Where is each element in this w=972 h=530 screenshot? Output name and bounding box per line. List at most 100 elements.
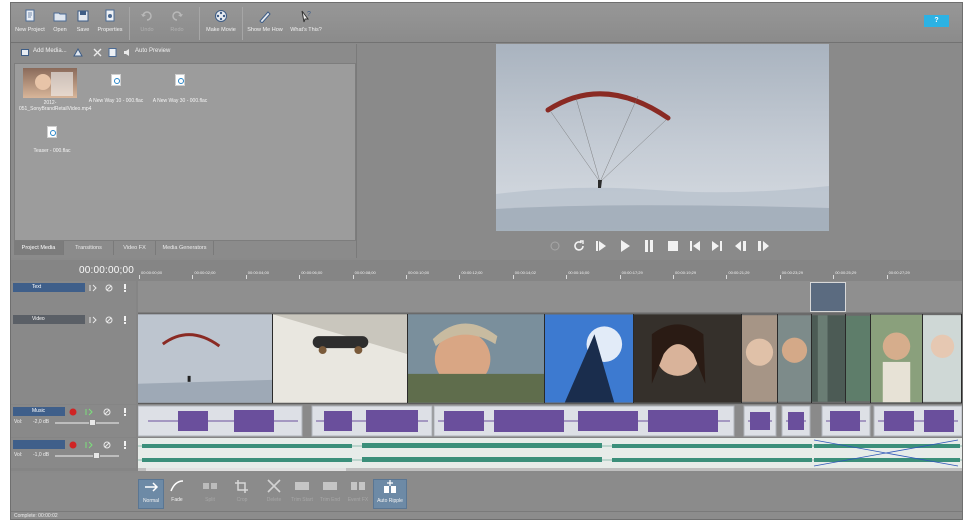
track-header-music[interactable]: Music Vol: -2,0 dB bbox=[11, 405, 136, 437]
edit-tools-bar: Normal Fade Split Crop Delete Trim Start… bbox=[11, 473, 962, 511]
mute-icon[interactable] bbox=[103, 408, 111, 416]
undo-button[interactable]: Undo bbox=[135, 9, 159, 41]
video-clip[interactable] bbox=[871, 314, 923, 403]
track-fx-icon[interactable] bbox=[89, 316, 97, 324]
record-icon[interactable] bbox=[548, 239, 562, 253]
solo-icon[interactable] bbox=[121, 284, 129, 292]
loop-icon[interactable] bbox=[572, 239, 586, 253]
auto-preview-toggle[interactable]: Auto Preview bbox=[135, 48, 170, 54]
ruler-tick-label: 00:00:23;29 bbox=[781, 270, 803, 275]
video-track-lane[interactable] bbox=[138, 313, 962, 404]
trim-end-button[interactable]: Trim End bbox=[317, 479, 343, 509]
media-scan-icon[interactable] bbox=[73, 48, 83, 57]
make-movie-button[interactable]: Make Movie bbox=[203, 9, 239, 41]
redo-button[interactable]: Redo bbox=[165, 9, 189, 41]
media-item-audio[interactable]: A New Way 10 - 000.flac bbox=[85, 74, 147, 104]
volume-slider[interactable] bbox=[55, 422, 119, 424]
media-properties-icon[interactable] bbox=[108, 48, 117, 57]
show-me-how-button[interactable]: Show Me How bbox=[245, 9, 285, 41]
video-clip[interactable] bbox=[778, 314, 812, 403]
tab-transitions[interactable]: Transitions bbox=[64, 241, 114, 255]
video-clip[interactable] bbox=[273, 314, 408, 403]
tab-video-fx[interactable]: Video FX bbox=[114, 241, 156, 255]
media-item-audio[interactable]: Teaser - 000.flac bbox=[21, 126, 83, 154]
time-ruler[interactable]: 00:00:00;00 00:00:02;00 00:00:04;00 00:00:0… bbox=[138, 270, 962, 279]
play-from-start-icon[interactable] bbox=[594, 239, 608, 253]
track-fx-icon[interactable] bbox=[89, 284, 97, 292]
help-button[interactable]: ? bbox=[924, 15, 949, 27]
volume-slider-handle[interactable] bbox=[89, 419, 96, 426]
media-item-audio[interactable]: A New Way 30 - 000.flac bbox=[149, 74, 211, 104]
remove-media-icon[interactable] bbox=[93, 48, 102, 57]
ruler-tick-label: 00:00:12;00 bbox=[461, 270, 483, 275]
video-clip[interactable] bbox=[812, 314, 846, 403]
whats-this-button[interactable]: ? What's This? bbox=[289, 9, 323, 41]
video-clip[interactable] bbox=[408, 314, 545, 403]
ruler-tick bbox=[619, 275, 621, 279]
auto-preview-icon[interactable] bbox=[123, 48, 132, 57]
pause-icon[interactable] bbox=[642, 239, 656, 253]
properties-button[interactable]: Properties bbox=[95, 9, 125, 41]
music-track-lane[interactable] bbox=[137, 405, 962, 437]
video-clip[interactable] bbox=[634, 314, 742, 403]
fade-button[interactable]: Fade bbox=[164, 479, 190, 509]
ruler-tick-label: 00:00:10;00 bbox=[408, 270, 430, 275]
delete-button[interactable]: Delete bbox=[261, 479, 287, 509]
timeline-scrollbar[interactable] bbox=[138, 468, 962, 471]
video-clip[interactable] bbox=[138, 314, 273, 403]
go-to-end-icon[interactable] bbox=[710, 239, 724, 253]
event-fx-button[interactable]: Event FX bbox=[345, 479, 371, 509]
new-project-button[interactable]: New Project bbox=[13, 9, 47, 41]
track-fx-icon[interactable] bbox=[85, 441, 93, 449]
crop-button[interactable]: Crop bbox=[229, 479, 255, 509]
mute-icon[interactable] bbox=[105, 284, 113, 292]
volume-slider[interactable] bbox=[55, 455, 119, 457]
record-arm-icon[interactable] bbox=[69, 408, 77, 416]
mute-icon[interactable] bbox=[105, 316, 113, 324]
tab-project-media[interactable]: Project Media bbox=[14, 241, 64, 255]
audio-file-icon bbox=[47, 126, 57, 138]
go-to-start-icon[interactable] bbox=[688, 239, 702, 253]
toolbar-separator bbox=[199, 7, 200, 40]
scrollbar-thumb[interactable] bbox=[146, 468, 346, 471]
track-name: Video bbox=[13, 315, 85, 324]
auto-ripple-button[interactable]: Auto Ripple bbox=[373, 479, 407, 509]
toolbar-separator bbox=[129, 7, 130, 40]
solo-icon[interactable] bbox=[121, 441, 129, 449]
ruler-tick bbox=[459, 275, 461, 279]
track-header-voice[interactable]: Vol: -1,0 dB bbox=[11, 438, 136, 468]
volume-slider-handle[interactable] bbox=[93, 452, 100, 459]
track-fx-icon[interactable] bbox=[85, 408, 93, 416]
audio-file-icon bbox=[175, 74, 185, 86]
delete-icon bbox=[267, 479, 281, 493]
video-clip[interactable] bbox=[923, 314, 962, 403]
add-media-button[interactable]: Add Media... bbox=[33, 48, 67, 54]
text-track-lane[interactable] bbox=[138, 281, 962, 313]
next-frame-icon[interactable] bbox=[756, 239, 770, 253]
track-header-text[interactable]: Text bbox=[11, 281, 136, 313]
trim-start-button[interactable]: Trim Start bbox=[289, 479, 315, 509]
voice-track-lane[interactable] bbox=[138, 438, 962, 468]
video-clip[interactable] bbox=[545, 314, 634, 403]
save-button[interactable]: Save bbox=[73, 9, 93, 41]
title-clip[interactable] bbox=[810, 282, 846, 312]
trim-end-icon bbox=[323, 482, 337, 490]
split-button[interactable]: Split bbox=[197, 479, 223, 509]
open-button[interactable]: Open bbox=[49, 9, 71, 41]
previous-frame-icon[interactable] bbox=[734, 239, 748, 253]
volume-value: -1,0 dB bbox=[33, 452, 50, 458]
mute-icon[interactable] bbox=[103, 441, 111, 449]
stop-icon[interactable] bbox=[666, 239, 680, 253]
media-item-video[interactable]: 2012-051_SonyBrandRetailVideo.mp4 bbox=[19, 68, 91, 112]
video-clip[interactable] bbox=[846, 314, 871, 403]
video-clip[interactable] bbox=[742, 314, 778, 403]
solo-icon[interactable] bbox=[121, 316, 129, 324]
tab-media-generators[interactable]: Media Generators bbox=[156, 241, 214, 255]
normal-button[interactable]: Normal bbox=[138, 479, 164, 509]
show-me-how-icon bbox=[259, 11, 271, 23]
solo-icon[interactable] bbox=[121, 408, 129, 416]
toolbar-separator bbox=[242, 7, 243, 40]
play-icon[interactable] bbox=[618, 239, 632, 253]
track-header-video[interactable]: Video bbox=[11, 313, 136, 404]
record-arm-icon[interactable] bbox=[69, 441, 77, 449]
